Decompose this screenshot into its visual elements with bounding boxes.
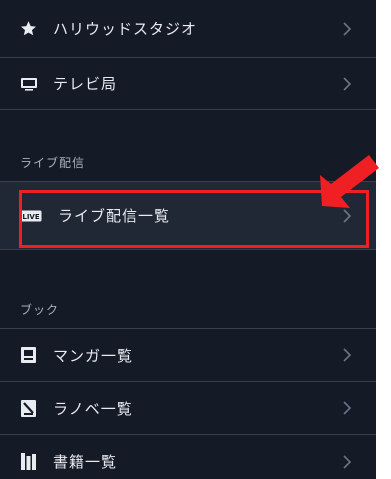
chevron-right-icon [343,454,352,469]
tv-icon [20,75,37,92]
live-badge-text: LIVE [22,213,39,221]
chevron-right-icon [343,348,352,362]
section-header-live: ライブ配信 [0,110,376,182]
menu-item-tv-station[interactable]: テレビ局 [0,58,376,110]
chevron-right-icon [343,208,352,223]
menu-item-manga-list[interactable]: マンガ一覧 [0,329,376,382]
section-title: ライブ配信 [20,156,86,170]
manga-icon [20,347,37,364]
live-badge-icon: LIVE [20,207,42,224]
chevron-right-icon [343,76,352,91]
menu-panel: ハリウッドスタジオ テレビ局 ライブ配信 LIVE ライブ配信一覧 ブック マン… [0,0,376,479]
menu-item-label: ラノベ一覧 [53,399,133,418]
chevron-right-icon [343,21,352,36]
menu-item-books-list[interactable]: 書籍一覧 [0,435,376,479]
menu-item-hollywood-studio[interactable]: ハリウッドスタジオ [0,0,376,58]
chevron-right-icon [343,401,352,415]
menu-item-label: マンガ一覧 [53,346,134,365]
menu-item-label: ハリウッドスタジオ [53,20,198,38]
light-novel-icon [20,399,37,417]
menu-item-light-novel-list[interactable]: ラノベ一覧 [0,382,376,435]
menu-item-label: ライブ配信一覧 [58,207,171,225]
star-icon [20,20,37,37]
menu-item-label: 書籍一覧 [53,453,118,471]
books-icon [20,453,37,470]
menu-item-live-list[interactable]: LIVE ライブ配信一覧 [0,182,376,250]
section-title: ブック [20,303,60,317]
menu-item-label: テレビ局 [53,75,118,93]
section-header-book: ブック [0,250,376,329]
